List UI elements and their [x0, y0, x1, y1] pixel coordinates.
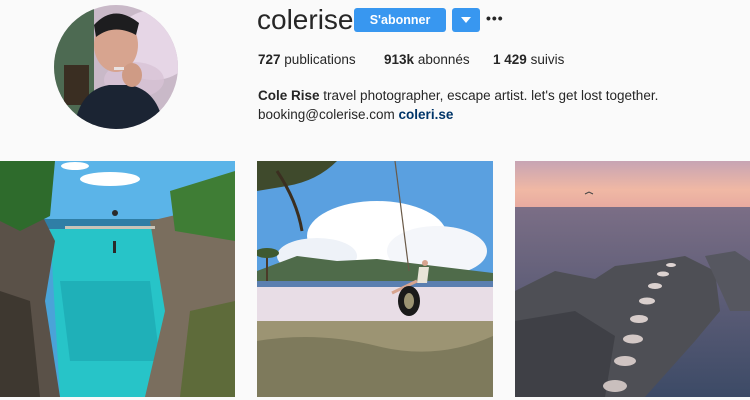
profile-avatar: [54, 5, 178, 129]
following-count: 1 429: [493, 52, 527, 67]
more-options-button[interactable]: •••: [486, 9, 504, 29]
follow-button[interactable]: S'abonner: [354, 8, 446, 32]
stepping-stones-sunset-photo: [515, 161, 750, 397]
bio-text: travel photographer, escape artist. let'…: [323, 88, 659, 103]
followers-stat[interactable]: 913k abonnés: [384, 52, 493, 67]
following-label: suivis: [530, 52, 565, 67]
followers-label: abonnés: [417, 52, 470, 67]
tire-swing-beach-photo: [257, 161, 493, 397]
suggested-dropdown-button[interactable]: [452, 8, 480, 32]
posts-label: publications: [284, 52, 356, 67]
profile-full-name: Cole Rise: [258, 88, 320, 103]
bio-line-2: booking@colerise.com coleri.se: [258, 105, 678, 124]
bio-email: booking@colerise.com: [258, 107, 395, 122]
following-stat[interactable]: 1 429 suivis: [493, 52, 564, 67]
post-thumbnail-1[interactable]: [0, 161, 235, 397]
followers-count: 913k: [384, 52, 415, 67]
profile-stats: 727 publications 913k abonnés 1 429 suiv…: [258, 52, 564, 67]
chevron-down-icon: [461, 17, 471, 23]
profile-bio: Cole Rise travel photographer, escape ar…: [258, 86, 678, 124]
post-thumbnail-2[interactable]: [257, 161, 493, 397]
posts-count: 727: [258, 52, 281, 67]
profile-username: colerise: [257, 4, 354, 35]
bio-website-link[interactable]: coleri.se: [399, 107, 454, 122]
bio-line-1: Cole Rise travel photographer, escape ar…: [258, 86, 678, 105]
post-thumbnail-3[interactable]: [515, 161, 750, 397]
turquoise-cliff-jump-photo: [0, 161, 235, 397]
avatar-photo: [54, 5, 178, 129]
posts-stat: 727 publications: [258, 52, 384, 67]
